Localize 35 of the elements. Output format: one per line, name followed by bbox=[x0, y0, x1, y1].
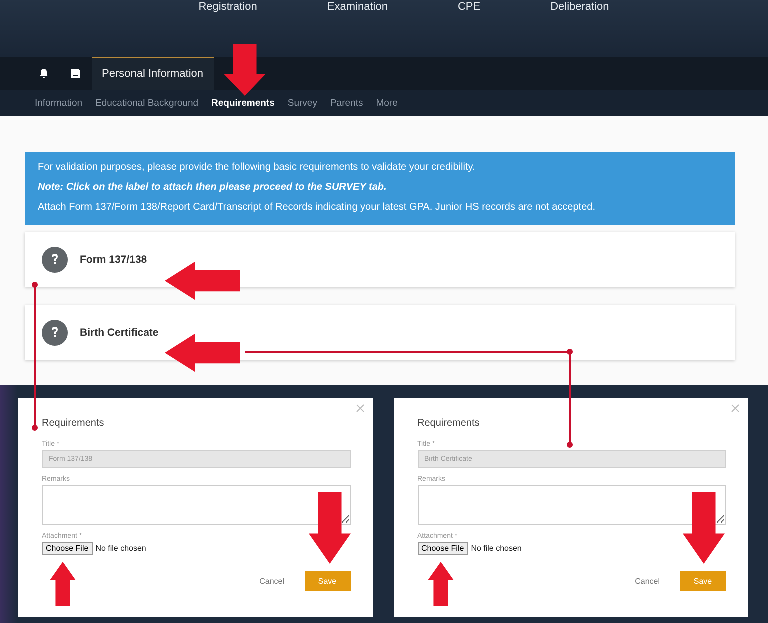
file-status: No file chosen bbox=[471, 544, 522, 553]
nav-link[interactable]: Deliberation bbox=[550, 1, 610, 57]
cancel-button[interactable]: Cancel bbox=[629, 576, 666, 586]
requirement-card[interactable]: Birth Certificate bbox=[25, 305, 735, 360]
sub-nav-link[interactable]: Requirements bbox=[212, 98, 275, 108]
requirement-label[interactable]: Birth Certificate bbox=[80, 326, 159, 338]
annotation-arrow bbox=[309, 492, 351, 564]
annotation-arrow bbox=[50, 562, 76, 606]
help-icon bbox=[42, 320, 68, 346]
nav-link[interactable]: Examination bbox=[327, 1, 388, 57]
annotation-arrow bbox=[224, 44, 266, 96]
sub-nav-link[interactable]: Educational Background bbox=[96, 98, 199, 108]
sub-nav-link[interactable]: Information bbox=[35, 98, 83, 108]
annotation-arrow bbox=[428, 562, 454, 606]
sub-nav-link[interactable]: Parents bbox=[330, 98, 364, 108]
requirement-card[interactable]: Form 137/138 bbox=[25, 232, 735, 287]
notice-text: For validation purposes, please provide the following basic requirements to validate your credibility. bbox=[38, 162, 476, 173]
nav-link[interactable]: CPE bbox=[458, 1, 481, 57]
sub-nav-link[interactable]: Survey bbox=[288, 98, 318, 108]
note-text: Note: Click on the label to attach then please proceed to the SURVEY tab. bbox=[38, 182, 388, 193]
notice-text: Attach Form 137/Form 138/Report Card/Transcript of Records indicating your latest GPA. Junior HS records are not accepted. bbox=[38, 202, 596, 213]
remarks-field[interactable] bbox=[418, 485, 726, 525]
file-status: No file chosen bbox=[96, 544, 146, 553]
help-icon bbox=[42, 246, 68, 272]
tab[interactable]: Personal Information bbox=[92, 57, 214, 90]
choose-file-button[interactable]: Choose File bbox=[42, 542, 93, 555]
dialog-title: Requirements bbox=[42, 418, 104, 429]
cancel-button[interactable]: Cancel bbox=[254, 576, 290, 586]
requirement-label[interactable]: Form 137/138 bbox=[80, 254, 148, 266]
annotation-arrow bbox=[683, 492, 725, 564]
dialog-title: Requirements bbox=[418, 418, 480, 429]
sub-nav-link[interactable]: More bbox=[376, 98, 398, 108]
nav-link[interactable]: Registration bbox=[198, 1, 258, 57]
choose-file-button[interactable]: Choose File bbox=[418, 542, 468, 555]
remarks-field[interactable] bbox=[42, 485, 350, 525]
